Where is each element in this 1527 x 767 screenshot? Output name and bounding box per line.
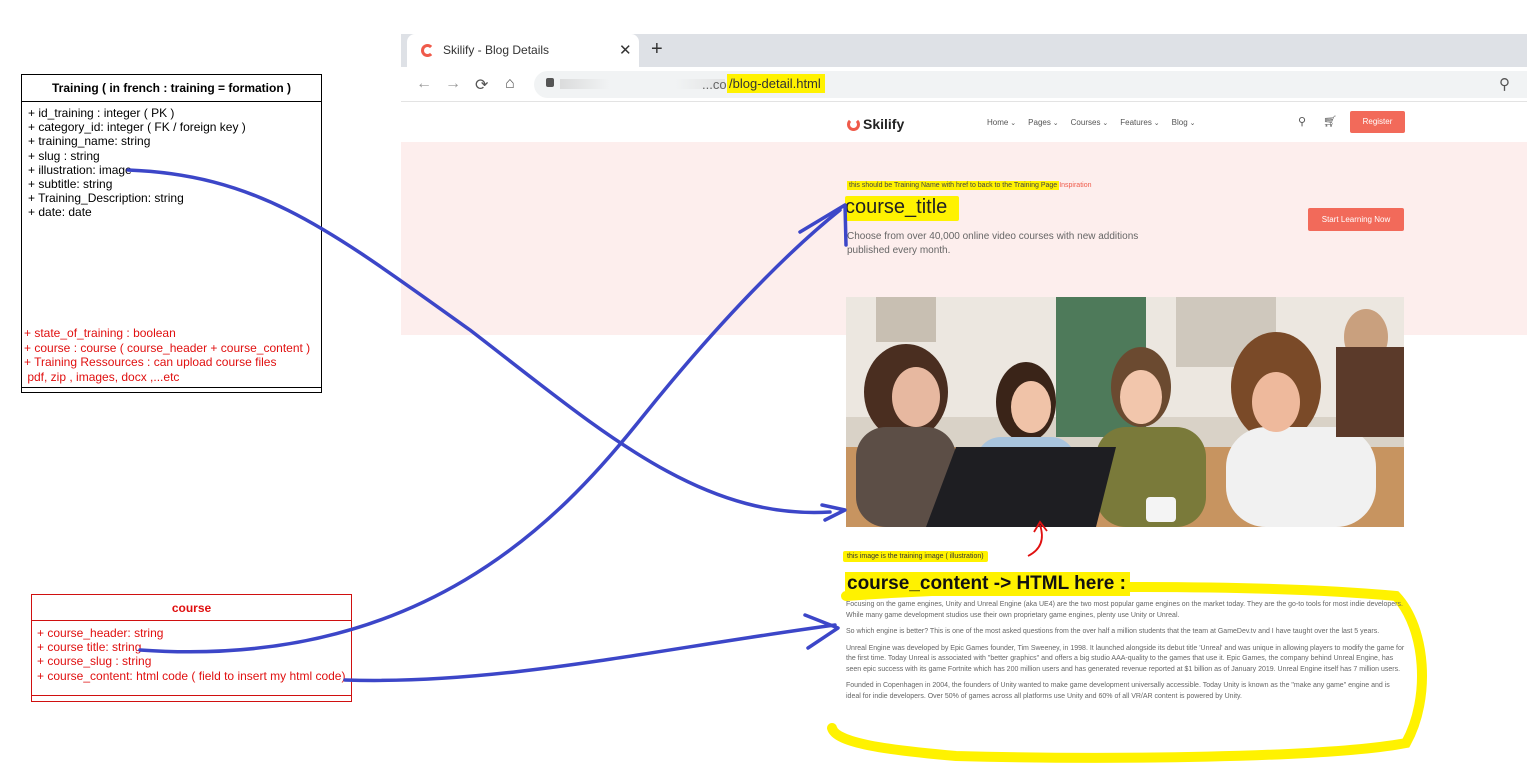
training-attr: + subtitle: string <box>28 177 113 192</box>
training-attr: + date: date <box>28 205 92 220</box>
course-attr: + course_header: string <box>37 626 164 640</box>
content-paragraph: Founded in Copenhagen in 2004, the found… <box>846 682 1390 700</box>
page-subtitle: Choose from over 40,000 online video cou… <box>847 231 1139 256</box>
register-button[interactable]: Register <box>1350 111 1405 133</box>
lock-icon <box>546 78 554 87</box>
logo-text: Skilify <box>863 116 905 132</box>
training-attr: + id_training : integer ( PK ) <box>28 106 175 120</box>
course-attributes: + course_header: string + course title: … <box>32 621 351 688</box>
new-tab-icon[interactable]: + <box>651 38 663 61</box>
training-attr: + slug : string <box>28 148 100 163</box>
training-attr: + category_id: integer ( FK / foreign ke… <box>28 120 246 135</box>
content-heading: course_content -> HTML here : <box>845 572 1130 596</box>
training-attr: + training_name: string <box>28 134 151 149</box>
main-menu: Home Pages Courses Features Blog <box>987 118 1195 127</box>
uml-divider <box>32 695 351 696</box>
zoom-icon[interactable]: ⚲ <box>1499 75 1510 93</box>
course-content-body: Focusing on the game engines, Unity and … <box>846 600 1406 708</box>
course-class-title: course <box>32 595 351 621</box>
image-note: this image is the training image ( illus… <box>843 551 988 562</box>
training-red-attr: + Training Ressources : can upload cours… <box>24 355 277 369</box>
url-path: /blog-detail.html <box>727 74 825 93</box>
training-attr: + illustration: image <box>28 162 132 177</box>
start-learning-button[interactable]: Start Learning Now <box>1308 208 1404 231</box>
site-logo[interactable]: Skilify <box>847 116 904 132</box>
menu-item-features[interactable]: Features <box>1120 118 1159 127</box>
site-page: Skilify Home Pages Courses Features Blog… <box>401 102 1527 767</box>
training-illustration-image <box>846 297 1404 527</box>
training-attr: + Training_Description: string <box>28 191 184 206</box>
site-header: Skilify Home Pages Courses Features Blog… <box>401 102 1527 142</box>
breadcrumb-current[interactable]: Inspiration <box>1059 182 1091 189</box>
cart-icon[interactable]: 🛒︎ <box>1323 115 1337 128</box>
logo-icon <box>847 118 860 131</box>
browser-toolbar: ← → ⟳ ⌂ ...com /blog-detail.html ⚲ <box>401 67 1527 102</box>
training-class-box: Training ( in french : training = format… <box>21 74 322 393</box>
reload-icon[interactable]: ⟳ <box>475 75 488 95</box>
forward-icon[interactable]: → <box>445 75 461 93</box>
browser-tab[interactable]: Skilify - Blog Details ✕ <box>407 34 639 67</box>
search-icon[interactable]: ⚲ <box>1298 115 1306 128</box>
redacted-url <box>560 79 725 89</box>
menu-item-courses[interactable]: Courses <box>1071 118 1109 127</box>
breadcrumb-note[interactable]: this should be Training Name with href t… <box>847 181 1060 190</box>
address-bar[interactable]: ...com /blog-detail.html <box>534 71 1527 98</box>
back-icon[interactable]: ← <box>416 75 432 93</box>
breadcrumb: this should be Training Name with href t… <box>847 181 1091 190</box>
close-tab-icon[interactable]: ✕ <box>619 41 632 59</box>
photo-illustration <box>846 297 1404 527</box>
training-attributes: + id_training : integer ( PK ) + categor… <box>22 102 321 224</box>
course-attr: + course_content: html code ( field to i… <box>37 668 346 683</box>
menu-item-pages[interactable]: Pages <box>1028 118 1059 127</box>
content-paragraph: So which engine is better? This is one o… <box>846 628 1380 635</box>
training-red-attributes: + state_of_training : boolean + course :… <box>24 326 310 384</box>
course-class-box: course + course_header: string + course … <box>31 594 352 702</box>
training-red-attr: + state_of_training : boolean <box>24 326 176 340</box>
tab-strip: Skilify - Blog Details ✕ + <box>401 34 1527 67</box>
content-paragraph: Unreal Engine was developed by Epic Game… <box>846 644 1405 673</box>
page-title: course_title <box>845 196 960 221</box>
menu-item-blog[interactable]: Blog <box>1172 118 1196 127</box>
course-attr: + course title: string <box>37 640 142 655</box>
course-attr: + course_slug : string <box>37 654 152 669</box>
training-red-attr: pdf, zip , images, docx ,...etc <box>24 369 180 384</box>
training-red-attr: + course : course ( course_header + cour… <box>24 340 311 355</box>
content-paragraph: Focusing on the game engines, Unity and … <box>846 601 1403 619</box>
favicon-icon <box>421 44 434 57</box>
browser-window: Skilify - Blog Details ✕ + ← → ⟳ ⌂ ...co… <box>401 34 1527 767</box>
tab-title: Skilify - Blog Details <box>443 43 550 57</box>
home-icon[interactable]: ⌂ <box>505 75 515 93</box>
menu-item-home[interactable]: Home <box>987 118 1016 127</box>
uml-divider <box>22 387 321 388</box>
training-class-title: Training ( in french : training = format… <box>22 75 321 102</box>
